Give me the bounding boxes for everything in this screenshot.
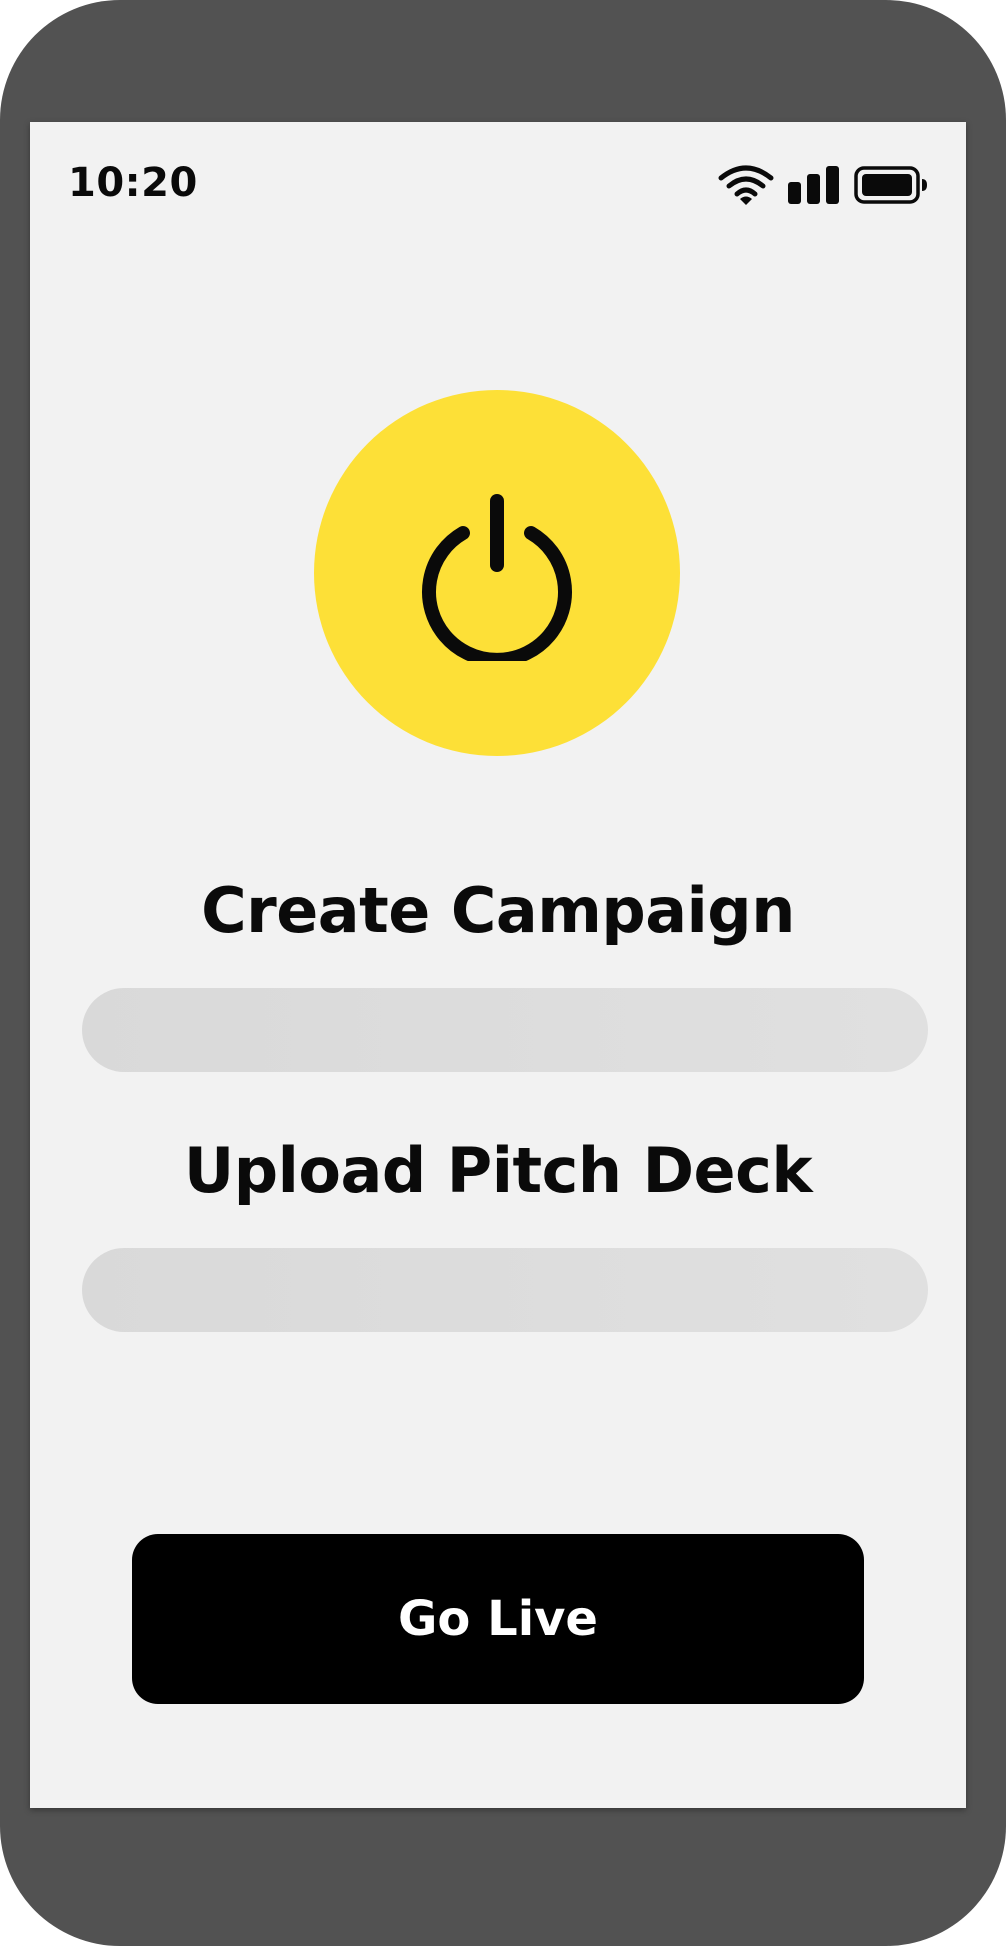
cellular-signal-icon xyxy=(788,166,840,209)
status-time: 10:20 xyxy=(68,160,198,206)
create-campaign-title: Create Campaign xyxy=(201,874,795,947)
status-icons xyxy=(718,164,928,211)
wifi-icon xyxy=(718,164,774,211)
pitch-deck-input[interactable] xyxy=(82,1248,928,1332)
power-icon xyxy=(407,481,587,667)
device-frame: 10:20 Create Campaign Upload Pitch Deck … xyxy=(0,0,1006,1946)
battery-icon xyxy=(854,166,928,209)
upload-pitch-deck-title: Upload Pitch Deck xyxy=(183,1134,813,1207)
campaign-input[interactable] xyxy=(82,988,928,1072)
power-button[interactable] xyxy=(314,390,680,756)
app-screen: 10:20 Create Campaign Upload Pitch Deck … xyxy=(30,122,966,1808)
go-live-button[interactable]: Go Live xyxy=(132,1534,864,1704)
